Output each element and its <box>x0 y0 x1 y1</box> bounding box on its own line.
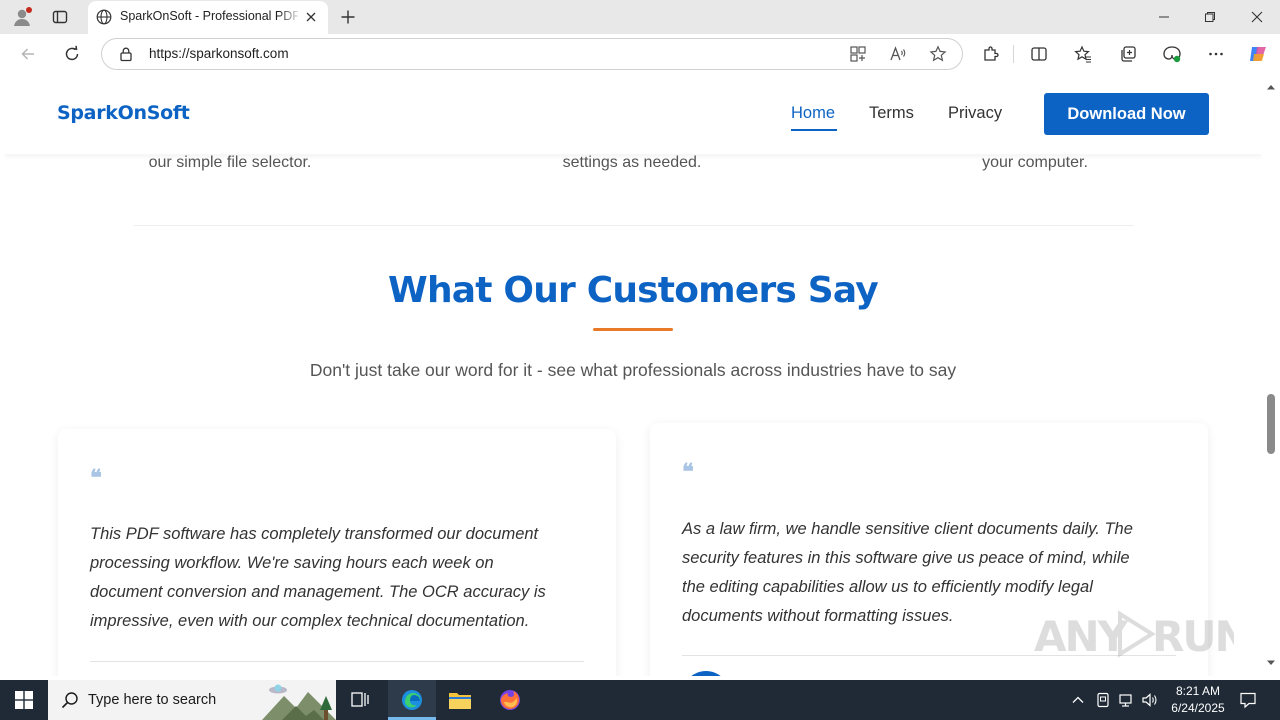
tab-title: SparkOnSoft - Professional PDF Software <box>120 9 298 23</box>
nav-privacy[interactable]: Privacy <box>948 104 1002 123</box>
quote-line: processing workflow. We're saving hours … <box>90 554 494 572</box>
clock-time[interactable]: 8:21 AM <box>1160 684 1236 698</box>
notifications-icon[interactable] <box>1238 690 1258 710</box>
card-divider <box>90 661 584 662</box>
address-bar[interactable]: https://sparkonsoft.com <box>101 38 963 70</box>
quote-icon: ❝ <box>682 459 694 485</box>
copilot-icon[interactable] <box>1246 42 1270 66</box>
edge-taskbar-icon[interactable] <box>388 680 436 720</box>
nav-active-indicator <box>791 129 837 131</box>
quote-line: This PDF software has completely transfo… <box>90 525 539 543</box>
download-now-button[interactable]: Download Now <box>1044 93 1209 135</box>
scroll-down-icon[interactable] <box>1266 658 1276 668</box>
quote-line: security features in this software give … <box>682 549 1130 567</box>
app-available-icon[interactable] <box>846 42 870 66</box>
url-text: https://sparkonsoft.com <box>149 46 289 61</box>
testimonials-title: What Our Customers Say <box>388 270 879 311</box>
quote-icon: ❝ <box>90 465 102 491</box>
scroll-up-icon[interactable] <box>1266 82 1276 92</box>
minimize-icon[interactable] <box>1141 2 1187 32</box>
testimonials-subtitle: Don't just take our word for it - see wh… <box>309 360 957 380</box>
star-icon[interactable] <box>926 42 950 66</box>
quote-line: document conversion and management. The … <box>90 583 546 601</box>
search-icon <box>61 691 79 709</box>
browser-essentials-icon[interactable] <box>1160 42 1184 66</box>
file-explorer-icon[interactable] <box>436 680 484 720</box>
volume-icon[interactable] <box>1140 690 1160 710</box>
scrollbar-thumb[interactable] <box>1267 394 1275 454</box>
firefox-icon[interactable] <box>486 680 534 720</box>
nav-terms[interactable]: Terms <box>869 104 914 123</box>
search-placeholder: Type here to search <box>88 692 217 708</box>
title-accent-bar <box>593 328 673 331</box>
svg-text:RUN: RUN <box>1152 612 1234 661</box>
windows-taskbar: Type here to search 8:21 AM 6/24/2025 <box>0 680 1280 720</box>
browser-tab-active[interactable]: SparkOnSoft - Professional PDF Software <box>88 1 328 34</box>
avatar <box>682 671 730 676</box>
globe-icon <box>96 9 112 25</box>
site-logo[interactable]: SparkOnSoft <box>57 102 190 124</box>
close-icon[interactable] <box>302 8 320 26</box>
puzzle-icon[interactable] <box>979 42 1003 66</box>
meet-now-icon[interactable] <box>1093 690 1113 710</box>
window-close-icon[interactable] <box>1234 2 1280 32</box>
quote-line: As a law firm, we handle sensitive clien… <box>682 520 1133 538</box>
read-aloud-icon[interactable] <box>886 42 910 66</box>
restore-icon[interactable] <box>1187 2 1233 32</box>
site-header: SparkOnSoft Home Terms Privacy Download … <box>4 74 1262 154</box>
step-2-text: settings as needed. <box>562 154 702 171</box>
web-page-viewport: our simple file selector. settings as ne… <box>4 74 1262 676</box>
testimonial-card-1: ❝ This PDF software has completely trans… <box>58 429 616 676</box>
step-1-text: our simple file selector. <box>148 154 312 171</box>
taskbar-search-box[interactable]: Type here to search <box>48 680 336 720</box>
browser-toolbar: https://sparkonsoft.com <box>0 34 1280 74</box>
lock-icon[interactable] <box>114 42 138 66</box>
nav-home[interactable]: Home <box>791 104 835 123</box>
tab-title-fade <box>278 5 302 29</box>
clock-date[interactable]: 6/24/2025 <box>1160 701 1236 715</box>
toolbar-separator <box>1013 45 1014 63</box>
chevron-up-icon[interactable] <box>1068 690 1088 710</box>
back-arrow-icon[interactable] <box>16 42 40 66</box>
refresh-icon[interactable] <box>60 42 84 66</box>
quote-line: impressive, even with our complex techni… <box>90 612 530 630</box>
plus-icon[interactable] <box>336 5 360 29</box>
page-scrollbar[interactable] <box>1262 74 1280 676</box>
collections-icon[interactable] <box>1116 42 1140 66</box>
search-highlight-icon <box>262 682 336 720</box>
quote-line: the editing capabilities allow us to eff… <box>682 578 1093 596</box>
section-divider <box>134 225 1134 226</box>
favorites-icon[interactable] <box>1071 42 1095 66</box>
split-screen-icon[interactable] <box>1027 42 1051 66</box>
step-3-text: your computer. <box>982 154 1088 171</box>
testimonial-quote-1: This PDF software has completely transfo… <box>90 520 590 636</box>
windows-start-icon[interactable] <box>0 680 48 720</box>
tab-actions-icon[interactable] <box>48 5 72 29</box>
task-view-icon[interactable] <box>336 680 384 720</box>
browser-tab-bar: SparkOnSoft - Professional PDF Software <box>0 0 1280 34</box>
svg-text:ANY: ANY <box>1034 612 1129 661</box>
more-icon[interactable] <box>1204 42 1228 66</box>
network-icon[interactable] <box>1116 690 1136 710</box>
profile-icon[interactable] <box>10 5 34 29</box>
anyrun-watermark: ANY RUN <box>1034 604 1234 664</box>
